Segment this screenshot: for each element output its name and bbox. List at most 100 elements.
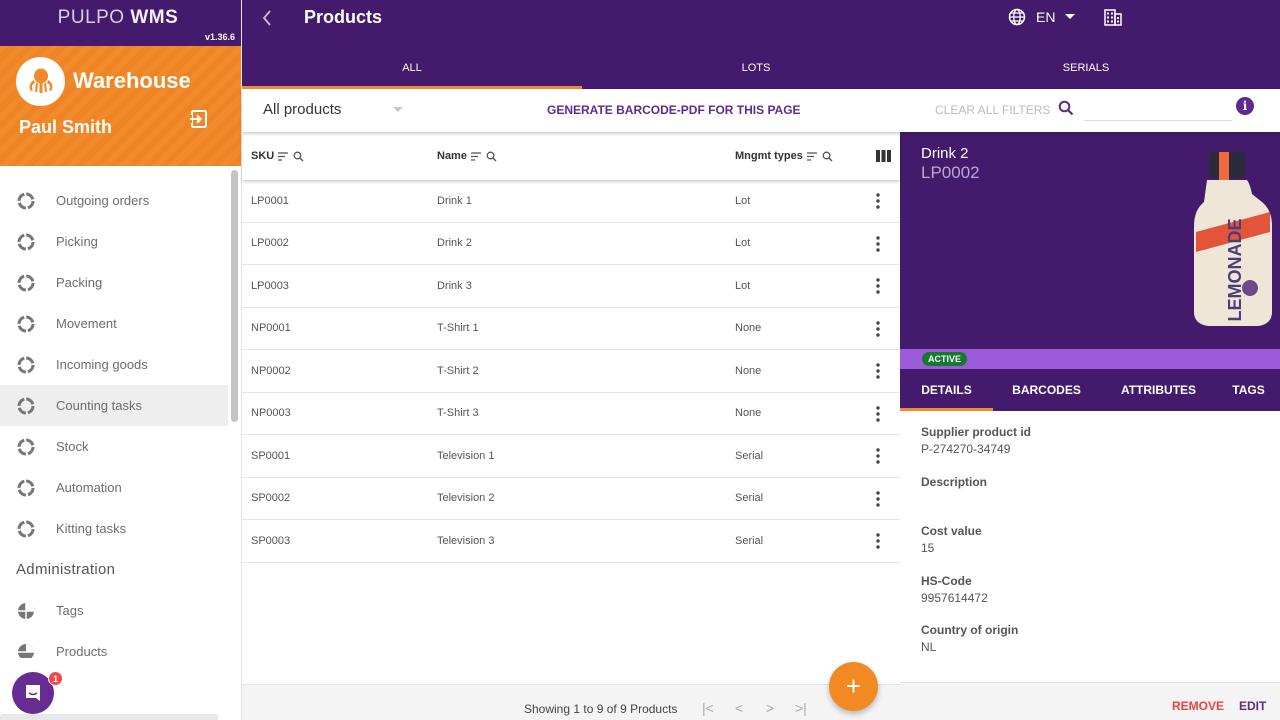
clear-all-filters-button[interactable]: CLEAR ALL FILTERS [935,103,1050,117]
more-vert-icon[interactable] [875,363,881,379]
loading-ring-icon [17,356,35,373]
search-icon[interactable] [822,151,833,162]
table-row[interactable]: LP0003 Drink 3 Lot [242,265,900,308]
more-vert-icon[interactable] [875,533,881,549]
product-filter-select[interactable]: All products [263,101,403,118]
loading-ring-icon [17,479,35,496]
pie-segment-icon [18,602,34,619]
tab-all[interactable]: ALL [242,46,582,89]
tab-details[interactable]: DETAILS [900,369,993,411]
cell-mngmt-type: None [735,364,762,377]
tab-serials[interactable]: SERIALS [930,46,1242,89]
field-label: Cost value [921,524,982,539]
sidebar-item-label: Kitting tasks [56,521,127,536]
cell-mngmt-type: Serial [735,449,764,462]
sort-icon[interactable] [470,151,482,161]
more-vert-icon[interactable] [875,320,881,337]
product-filter-value: All products [263,101,342,118]
warehouse-label: Warehouse [73,68,191,93]
generate-barcode-pdf-button[interactable]: GENERATE BARCODE-PDF FOR THIS PAGE [547,103,801,117]
loading-ring-icon [17,274,35,291]
column-header-name[interactable]: Name [437,150,497,162]
search-input[interactable] [1084,97,1232,121]
logout-icon[interactable] [189,109,209,134]
cell-sku: NP0003 [251,407,291,420]
detail-footer: REMOVE EDIT [900,682,1280,720]
search-icon[interactable] [486,151,497,162]
more-vert-icon[interactable] [875,448,881,464]
search-icon[interactable] [1058,100,1074,116]
cell-mngmt-type: Lot [735,279,751,292]
sidebar-item-movement[interactable]: Movement [0,303,228,344]
view-columns-icon [876,150,891,162]
cell-sku: SP0003 [251,534,291,547]
tab-attributes[interactable]: ATTRIBUTES [1100,369,1217,411]
brand-name-bold: WMS [130,7,179,28]
table-row[interactable]: SP0003 Television 3 Serial [242,520,900,563]
previous-page-button[interactable]: < [735,700,743,716]
sidebar-item-stock[interactable]: Stock [0,426,228,467]
column-header-sku[interactable]: SKU [251,150,304,162]
more-vert-icon[interactable] [875,490,881,507]
language-code: EN [1036,9,1056,25]
detail-field: HS-Code 9957614472 [921,574,1259,624]
sidebar-item-label: Picking [56,234,98,249]
more-vert-icon[interactable] [875,405,881,422]
tab-tags[interactable]: TAGS [1217,369,1280,411]
edit-button[interactable]: EDIT [1239,699,1266,713]
sidebar-item-counting-tasks[interactable]: Counting tasks [0,385,228,426]
last-page-button[interactable]: >| [795,700,807,716]
sidebar-item-automation[interactable]: Automation [0,467,228,508]
field-value: P-274270-34749 [921,442,1011,456]
sidebar-item-label: Stock [56,439,89,454]
more-vert-icon[interactable] [875,278,881,294]
tab-barcodes[interactable]: BARCODES [993,369,1100,411]
language-selector[interactable]: EN [1008,8,1076,26]
product-detail-panel: Drink 2 LP0002 LEMONADE ACTIVE DETAILS B… [900,132,1280,720]
sidebar-item-tags[interactable]: Tags [0,590,228,631]
loading-ring-icon [17,315,35,332]
column-settings-button[interactable] [872,150,891,162]
brand-name-light: PULPO [57,7,125,28]
table-row[interactable]: SP0002 Television 2 Serial [242,478,900,520]
search-icon[interactable] [293,151,304,162]
table-row[interactable]: NP0002 T-Shirt 2 None [242,350,900,393]
table-row[interactable]: NP0003 T-Shirt 3 None [242,393,900,435]
tab-lots[interactable]: LOTS [582,46,930,89]
table-row[interactable]: NP0001 T-Shirt 1 None [242,308,900,350]
info-icon[interactable]: i [1236,97,1254,115]
back-button[interactable] [260,8,274,33]
sidebar-item-picking[interactable]: Picking [0,221,228,262]
status-bar: ACTIVE [900,349,1280,369]
table-row[interactable]: LP0002 Drink 2 Lot [242,223,900,265]
sidebar-scrollbar[interactable] [231,170,238,422]
next-page-button[interactable]: > [766,700,774,716]
sort-icon[interactable] [278,151,289,161]
warehouse-switch-button[interactable] [1104,9,1122,31]
tooltip-strip [0,714,218,720]
remove-button[interactable]: REMOVE [1172,699,1224,713]
sidebar-item-incoming-goods[interactable]: Incoming goods [0,344,228,385]
sort-icon[interactable] [806,151,818,161]
cell-sku: NP0002 [251,364,291,377]
caret-down-icon [393,107,403,112]
add-product-button[interactable]: + [829,662,878,711]
more-vert-icon[interactable] [875,235,881,252]
table-row[interactable]: SP0001 Television 1 Serial [242,435,900,478]
sidebar-item-kitting-tasks[interactable]: Kitting tasks [0,508,228,549]
sidebar-item-packing[interactable]: Packing [0,262,228,303]
table-row[interactable]: LP0001 Drink 1 Lot [242,180,900,223]
table-body: LP0001 Drink 1 Lot LP0002 Drink 2 Lot LP0003 Dr… [242,180,900,563]
cell-sku: NP0001 [251,322,291,335]
first-page-button[interactable]: |< [702,700,714,716]
table-header: SKU Name Mngmt types [242,132,900,180]
cell-sku: LP0003 [251,279,289,292]
field-value: 9957614472 [921,590,988,605]
more-vert-icon[interactable] [875,193,881,209]
sidebar-item-outgoing-orders[interactable]: Outgoing orders [0,180,228,221]
field-label: Supplier product id [921,425,1031,439]
detail-tabs: DETAILS BARCODES ATTRIBUTES TAGS [900,369,1280,411]
brand-logo: PULPO WMS [0,7,236,29]
column-header-mngmt-types[interactable]: Mngmt types [735,150,833,162]
sidebar-item-label: Outgoing orders [56,193,150,208]
